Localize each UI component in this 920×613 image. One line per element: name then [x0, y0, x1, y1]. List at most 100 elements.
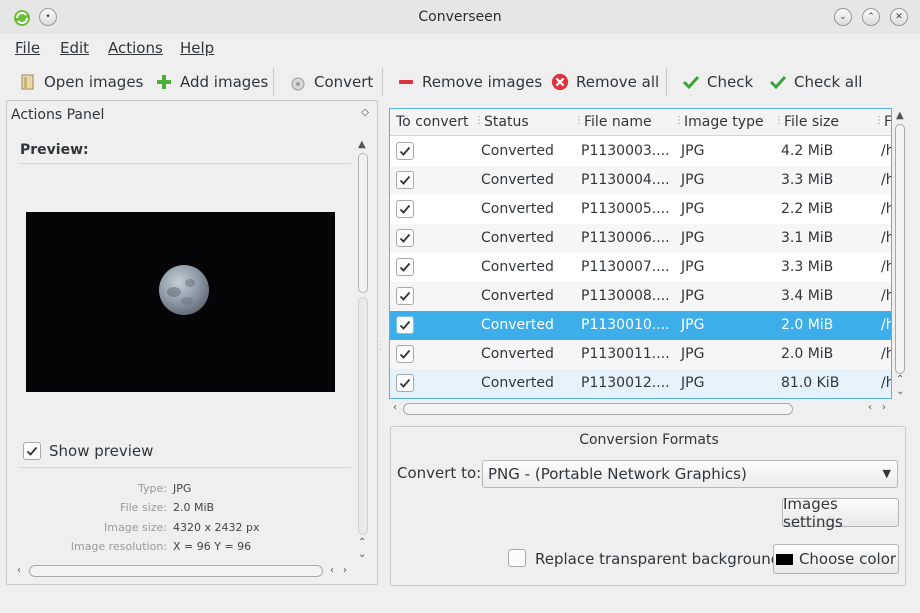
replace-background-label[interactable]: Replace transparent background [535, 550, 780, 568]
splitter-handle[interactable]: · · · [379, 338, 382, 354]
panel-float-icon[interactable]: ◇ [361, 107, 369, 118]
images-settings-button[interactable]: Images settings [782, 495, 899, 531]
convert-label: Convert [314, 73, 374, 91]
cell-image-type: JPG [681, 346, 705, 362]
close-icon[interactable]: ✕ [890, 8, 908, 26]
menu-help-label: Help [180, 39, 215, 57]
remove-images-label: Remove images [422, 73, 543, 91]
scroll-left-icon[interactable]: ‹ [868, 402, 872, 413]
table-row[interactable]: Converted P1130004.... JPG 3.3 MiB/h [390, 166, 891, 195]
cell-path: /h [881, 317, 891, 333]
info-type-value: JPG [173, 482, 192, 495]
scroll-left-icon[interactable]: ‹ [393, 402, 397, 413]
actions-panel: Actions Panel ◇ Preview: Show preview Ty… [6, 100, 378, 585]
row-convert-checkbox[interactable] [396, 142, 414, 160]
menu-edit-label: Edit [60, 39, 90, 57]
row-convert-checkbox[interactable] [396, 287, 414, 305]
col-separator: ⋮ [574, 115, 584, 126]
cell-file-size: 3.1 MiB [781, 230, 834, 246]
folder-open-icon [19, 73, 37, 91]
row-convert-checkbox[interactable] [396, 316, 414, 334]
checkmark-icon [399, 175, 411, 185]
checkmark-icon [399, 146, 411, 156]
row-convert-checkbox[interactable] [396, 200, 414, 218]
show-preview-checkbox[interactable] [23, 442, 41, 460]
cell-status: Converted [481, 288, 554, 304]
scroll-down-icon[interactable]: ⌄ [896, 386, 904, 397]
remove-all-button[interactable]: Remove all [551, 70, 659, 94]
open-images-button[interactable]: Open images [19, 70, 143, 94]
format-select-value: PNG - (Portable Network Graphics) [488, 465, 747, 483]
menu-actions-label: Actions [108, 39, 163, 57]
choose-color-button[interactable]: Choose color [773, 544, 899, 574]
scroll-up-icon[interactable]: ▲ [358, 139, 366, 150]
scroll-down-icon[interactable]: ⌄ [358, 549, 366, 560]
table-row[interactable]: Converted P1130006.... JPG 3.1 MiB/h [390, 224, 891, 253]
col-to-convert[interactable]: To convert [396, 114, 468, 130]
row-convert-checkbox[interactable] [396, 171, 414, 189]
col-image-type[interactable]: Image type [684, 114, 764, 130]
menu-file[interactable]: File [15, 39, 40, 57]
check-all-button[interactable]: Check all [769, 70, 862, 94]
info-filesize-key: File size: [120, 501, 167, 514]
table-row[interactable]: Converted P1130003.... JPG 4.2 MiB/h [390, 137, 891, 166]
col-file-size[interactable]: File size [784, 114, 839, 130]
scroll-left-icon[interactable]: ‹ [330, 565, 334, 576]
row-convert-checkbox[interactable] [396, 374, 414, 392]
cell-path: /h [881, 375, 891, 391]
table-row[interactable]: Converted P1130010.... JPG 2.0 MiB/h [390, 311, 891, 340]
cell-image-type: JPG [681, 259, 705, 275]
convert-button[interactable]: Convert [289, 70, 373, 94]
preview-image [26, 212, 335, 392]
cell-file-name: P1130008.... [581, 288, 670, 304]
maximize-icon[interactable]: ⌃ [862, 8, 880, 26]
row-convert-checkbox[interactable] [396, 229, 414, 247]
cell-image-type: JPG [681, 317, 705, 333]
window-title: Converseen [418, 9, 502, 25]
row-convert-checkbox[interactable] [396, 345, 414, 363]
table-row[interactable]: Converted P1130007.... JPG 3.3 MiB/h [390, 253, 891, 282]
table-row[interactable]: Converted P1130011.... JPG 2.0 MiB/h [390, 340, 891, 369]
scroll-right-icon[interactable]: › [343, 565, 347, 576]
table-vertical-scrollbar-thumb[interactable] [895, 124, 905, 374]
scroll-left-icon[interactable]: ‹ [17, 565, 21, 576]
remove-all-icon [551, 73, 569, 91]
info-resolution-key: Image resolution: [70, 540, 167, 553]
info-resolution-value: X = 96 Y = 96 [173, 540, 252, 553]
table-horizontal-scrollbar-thumb[interactable] [403, 403, 793, 415]
cell-path: /h [881, 288, 891, 304]
table-row[interactable]: Converted P1130008.... JPG 3.4 MiB/h [390, 282, 891, 311]
menu-edit[interactable]: Edit [60, 39, 89, 57]
cell-status: Converted [481, 346, 554, 362]
replace-background-checkbox[interactable] [508, 549, 526, 567]
scroll-up-icon[interactable]: ⌃ [896, 374, 904, 385]
row-convert-checkbox[interactable] [396, 258, 414, 276]
horizontal-scrollbar-thumb[interactable] [29, 565, 323, 577]
format-select[interactable]: PNG - (Portable Network Graphics) ▼ [482, 460, 898, 488]
vertical-scrollbar-thumb[interactable] [358, 153, 368, 293]
check-button[interactable]: Check [682, 70, 753, 94]
col-status[interactable]: Status [484, 114, 529, 130]
checkmark-icon [399, 233, 411, 243]
moon-crater [185, 279, 195, 287]
show-preview-label[interactable]: Show preview [49, 442, 153, 460]
open-images-label: Open images [44, 73, 144, 91]
checkmark-icon [399, 349, 411, 359]
menu-actions[interactable]: Actions [108, 39, 163, 57]
menu-help[interactable]: Help [180, 39, 214, 57]
scroll-up-icon[interactable]: ⌃ [358, 537, 366, 548]
cell-status: Converted [481, 201, 554, 217]
checkmark-icon [26, 446, 38, 456]
remove-images-button[interactable]: Remove images [397, 70, 542, 94]
col-file-name[interactable]: File name [584, 114, 652, 130]
scroll-right-icon[interactable]: › [882, 402, 886, 413]
add-images-button[interactable]: Add images [155, 70, 268, 94]
table-row[interactable]: Converted P1130012.... JPG 81.0 KiB/h [390, 369, 891, 398]
table-row[interactable]: Converted P1130005.... JPG 2.2 MiB/h [390, 195, 891, 224]
minimize-icon[interactable]: ⌄ [834, 8, 852, 26]
scroll-up-icon[interactable]: ▲ [896, 110, 904, 121]
chevron-down-icon: ▼ [882, 467, 891, 480]
col-path[interactable]: F [884, 114, 891, 130]
conversion-formats-title: Conversion Formats [579, 432, 719, 448]
vertical-scrollbar-track[interactable] [358, 297, 368, 535]
